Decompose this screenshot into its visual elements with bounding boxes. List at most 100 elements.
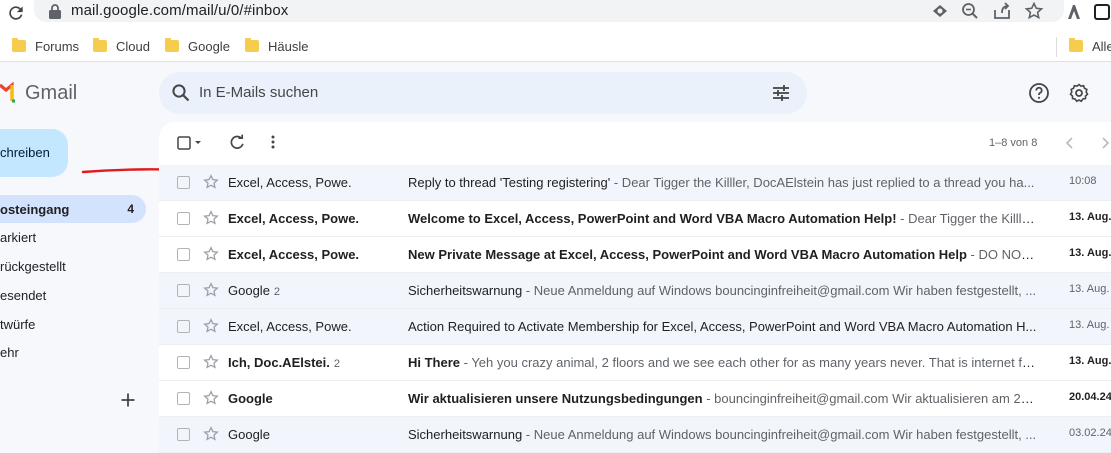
browser-toolbar: mail.google.com/mail/u/0/#inbox	[0, 0, 1111, 28]
email-date: 13. Aug.	[1069, 283, 1110, 295]
list-toolbar: 1–8 von 8	[159, 122, 1111, 164]
search-input[interactable]: In E-Mails suchen	[199, 84, 318, 101]
folder-icon	[12, 38, 26, 52]
refresh-icon[interactable]	[229, 134, 245, 150]
row-checkbox[interactable]	[177, 176, 190, 189]
window-icon[interactable]	[1092, 2, 1111, 22]
snippet: - Yeh you crazy animal, 2 floors and we …	[460, 355, 1038, 370]
settings-gear-icon[interactable]	[1068, 82, 1090, 104]
lock-icon[interactable]	[48, 3, 62, 19]
bookmark-star-icon[interactable]	[1024, 1, 1044, 21]
snippet: - bouncinginfreiheit@gmail.com Wir aktua…	[702, 391, 1038, 406]
sender-name: Excel, Access, Powe.	[228, 319, 352, 334]
bookmarks-bar: Forums Cloud Google Häusle Alle	[0, 28, 1111, 62]
email-date: 20.04.24	[1069, 391, 1111, 403]
subject-line: Welcome to Excel, Access, PowerPoint and…	[408, 211, 1038, 226]
bookmark-all[interactable]: Alle	[1069, 37, 1111, 55]
star-icon[interactable]	[203, 426, 219, 442]
url-text[interactable]: mail.google.com/mail/u/0/#inbox	[71, 2, 288, 19]
subject-line: Action Required to Activate Membership f…	[408, 319, 1037, 334]
star-icon[interactable]	[203, 282, 219, 298]
extension-icon[interactable]	[1064, 2, 1084, 22]
sidebar-item-starred[interactable]: arkiert	[0, 223, 146, 251]
star-icon[interactable]	[203, 246, 219, 262]
mail-list-panel: 1–8 von 8 Excel, Access, Powe. Reply to t…	[159, 122, 1111, 453]
star-icon[interactable]	[203, 354, 219, 370]
sidebar-item-sent[interactable]: esendet	[0, 281, 146, 309]
email-row[interactable]: Excel, Access, Powe. Action Required to A…	[159, 309, 1111, 345]
eye-icon[interactable]	[930, 1, 950, 21]
snippet: - Neue Anmeldung auf Windows bouncinginf…	[522, 427, 1037, 442]
more-options-icon[interactable]	[265, 134, 281, 150]
row-checkbox[interactable]	[177, 428, 190, 441]
sender-name: Google 2	[228, 283, 281, 298]
sidebar-item-drafts[interactable]: twürfe	[0, 310, 146, 338]
bookmark-haeusle[interactable]: Häusle	[245, 37, 308, 55]
email-date: 13. Aug.	[1069, 319, 1110, 331]
email-date: 10:08	[1069, 175, 1097, 187]
folder-icon	[245, 38, 259, 52]
folder-icon	[165, 38, 179, 52]
email-row[interactable]: Excel, Access, Powe. Reply to thread 'Tes…	[159, 165, 1111, 201]
sidebar-item-inbox[interactable]: osteingang 4	[0, 195, 146, 223]
row-checkbox[interactable]	[177, 248, 190, 261]
star-icon[interactable]	[203, 318, 219, 334]
thread-count: 2	[333, 358, 340, 370]
share-icon[interactable]	[992, 1, 1012, 21]
gmail-logo[interactable]: Gmail	[0, 80, 77, 106]
snippet: - Dear Tigger the Killler, DocAElstein h…	[610, 175, 1035, 190]
snippet: - DO NOT R...	[970, 247, 1038, 262]
row-checkbox[interactable]	[177, 284, 190, 297]
email-row[interactable]: Google 2 Sicherheitswarnung - Neue Anmeldu…	[159, 273, 1111, 309]
star-icon[interactable]	[203, 174, 219, 190]
bookmark-google[interactable]: Google	[165, 37, 230, 55]
snippet: - Dear Tigger the Killler, ...	[896, 211, 1038, 226]
subject-line: Sicherheitswarnung - Neue Anmeldung auf …	[408, 283, 1037, 298]
select-all-checkbox[interactable]	[177, 136, 203, 150]
next-page-icon[interactable]	[1099, 136, 1111, 150]
search-icon[interactable]	[171, 83, 191, 103]
row-checkbox[interactable]	[177, 356, 190, 369]
sidebar-item-more[interactable]: ehr	[0, 338, 146, 366]
add-label-plus-icon[interactable]	[120, 392, 136, 408]
email-row[interactable]: Excel, Access, Powe. Welcome to Excel, Ac…	[159, 201, 1111, 237]
reload-icon[interactable]	[6, 3, 26, 23]
email-date: 13. Aug.	[1069, 211, 1111, 223]
email-row[interactable]: Ich, Doc.AElstei. 2 Hi There - Yeh you cra…	[159, 345, 1111, 381]
row-checkbox[interactable]	[177, 392, 190, 405]
email-row[interactable]: Excel, Access, Powe. New Private Message …	[159, 237, 1111, 273]
sender-name: Excel, Access, Powe.	[228, 211, 360, 226]
subject-line: Hi There - Yeh you crazy animal, 2 floor…	[408, 355, 1038, 370]
help-icon[interactable]	[1028, 82, 1050, 104]
filter-options-icon[interactable]	[771, 83, 791, 103]
star-icon[interactable]	[203, 210, 219, 226]
folder-icon	[1069, 38, 1083, 52]
gmail-m-icon	[0, 81, 15, 103]
sender-name: Google	[228, 391, 273, 406]
subject-line: New Private Message at Excel, Access, Po…	[408, 247, 1038, 262]
prev-page-icon[interactable]	[1064, 136, 1076, 150]
sender-name: Excel, Access, Powe.	[228, 247, 360, 262]
row-checkbox[interactable]	[177, 212, 190, 225]
pagination-text: 1–8 von 8	[989, 137, 1038, 149]
star-icon[interactable]	[203, 390, 219, 406]
sender-name: Excel, Access, Powe.	[228, 175, 352, 190]
zoom-icon[interactable]	[960, 1, 980, 21]
email-date: 13. Aug.	[1069, 355, 1111, 367]
bookmarks-divider	[1056, 37, 1057, 57]
email-row[interactable]: Google Wir aktualisieren unsere Nutzungsb…	[159, 381, 1111, 417]
compose-button[interactable]: chreiben	[0, 129, 68, 177]
search-bar[interactable]: In E-Mails suchen	[159, 72, 807, 114]
sender-name: Ich, Doc.AElstei. 2	[228, 355, 340, 370]
email-date: 13. Aug.	[1069, 247, 1111, 259]
sidebar-item-snoozed[interactable]: rückgestellt	[0, 252, 146, 280]
subject-line: Reply to thread 'Testing registering' - …	[408, 175, 1035, 190]
bookmark-forums[interactable]: Forums	[12, 37, 79, 55]
thread-count: 2	[273, 286, 281, 298]
row-checkbox[interactable]	[177, 320, 190, 333]
snippet: - Neue Anmeldung auf Windows bouncinginf…	[522, 283, 1037, 298]
bookmark-cloud[interactable]: Cloud	[93, 37, 150, 55]
sender-name: Google	[228, 427, 270, 442]
subject-line: Sicherheitswarnung - Neue Anmeldung auf …	[408, 427, 1037, 442]
address-bar[interactable]: mail.google.com/mail/u/0/#inbox	[34, 0, 1064, 22]
